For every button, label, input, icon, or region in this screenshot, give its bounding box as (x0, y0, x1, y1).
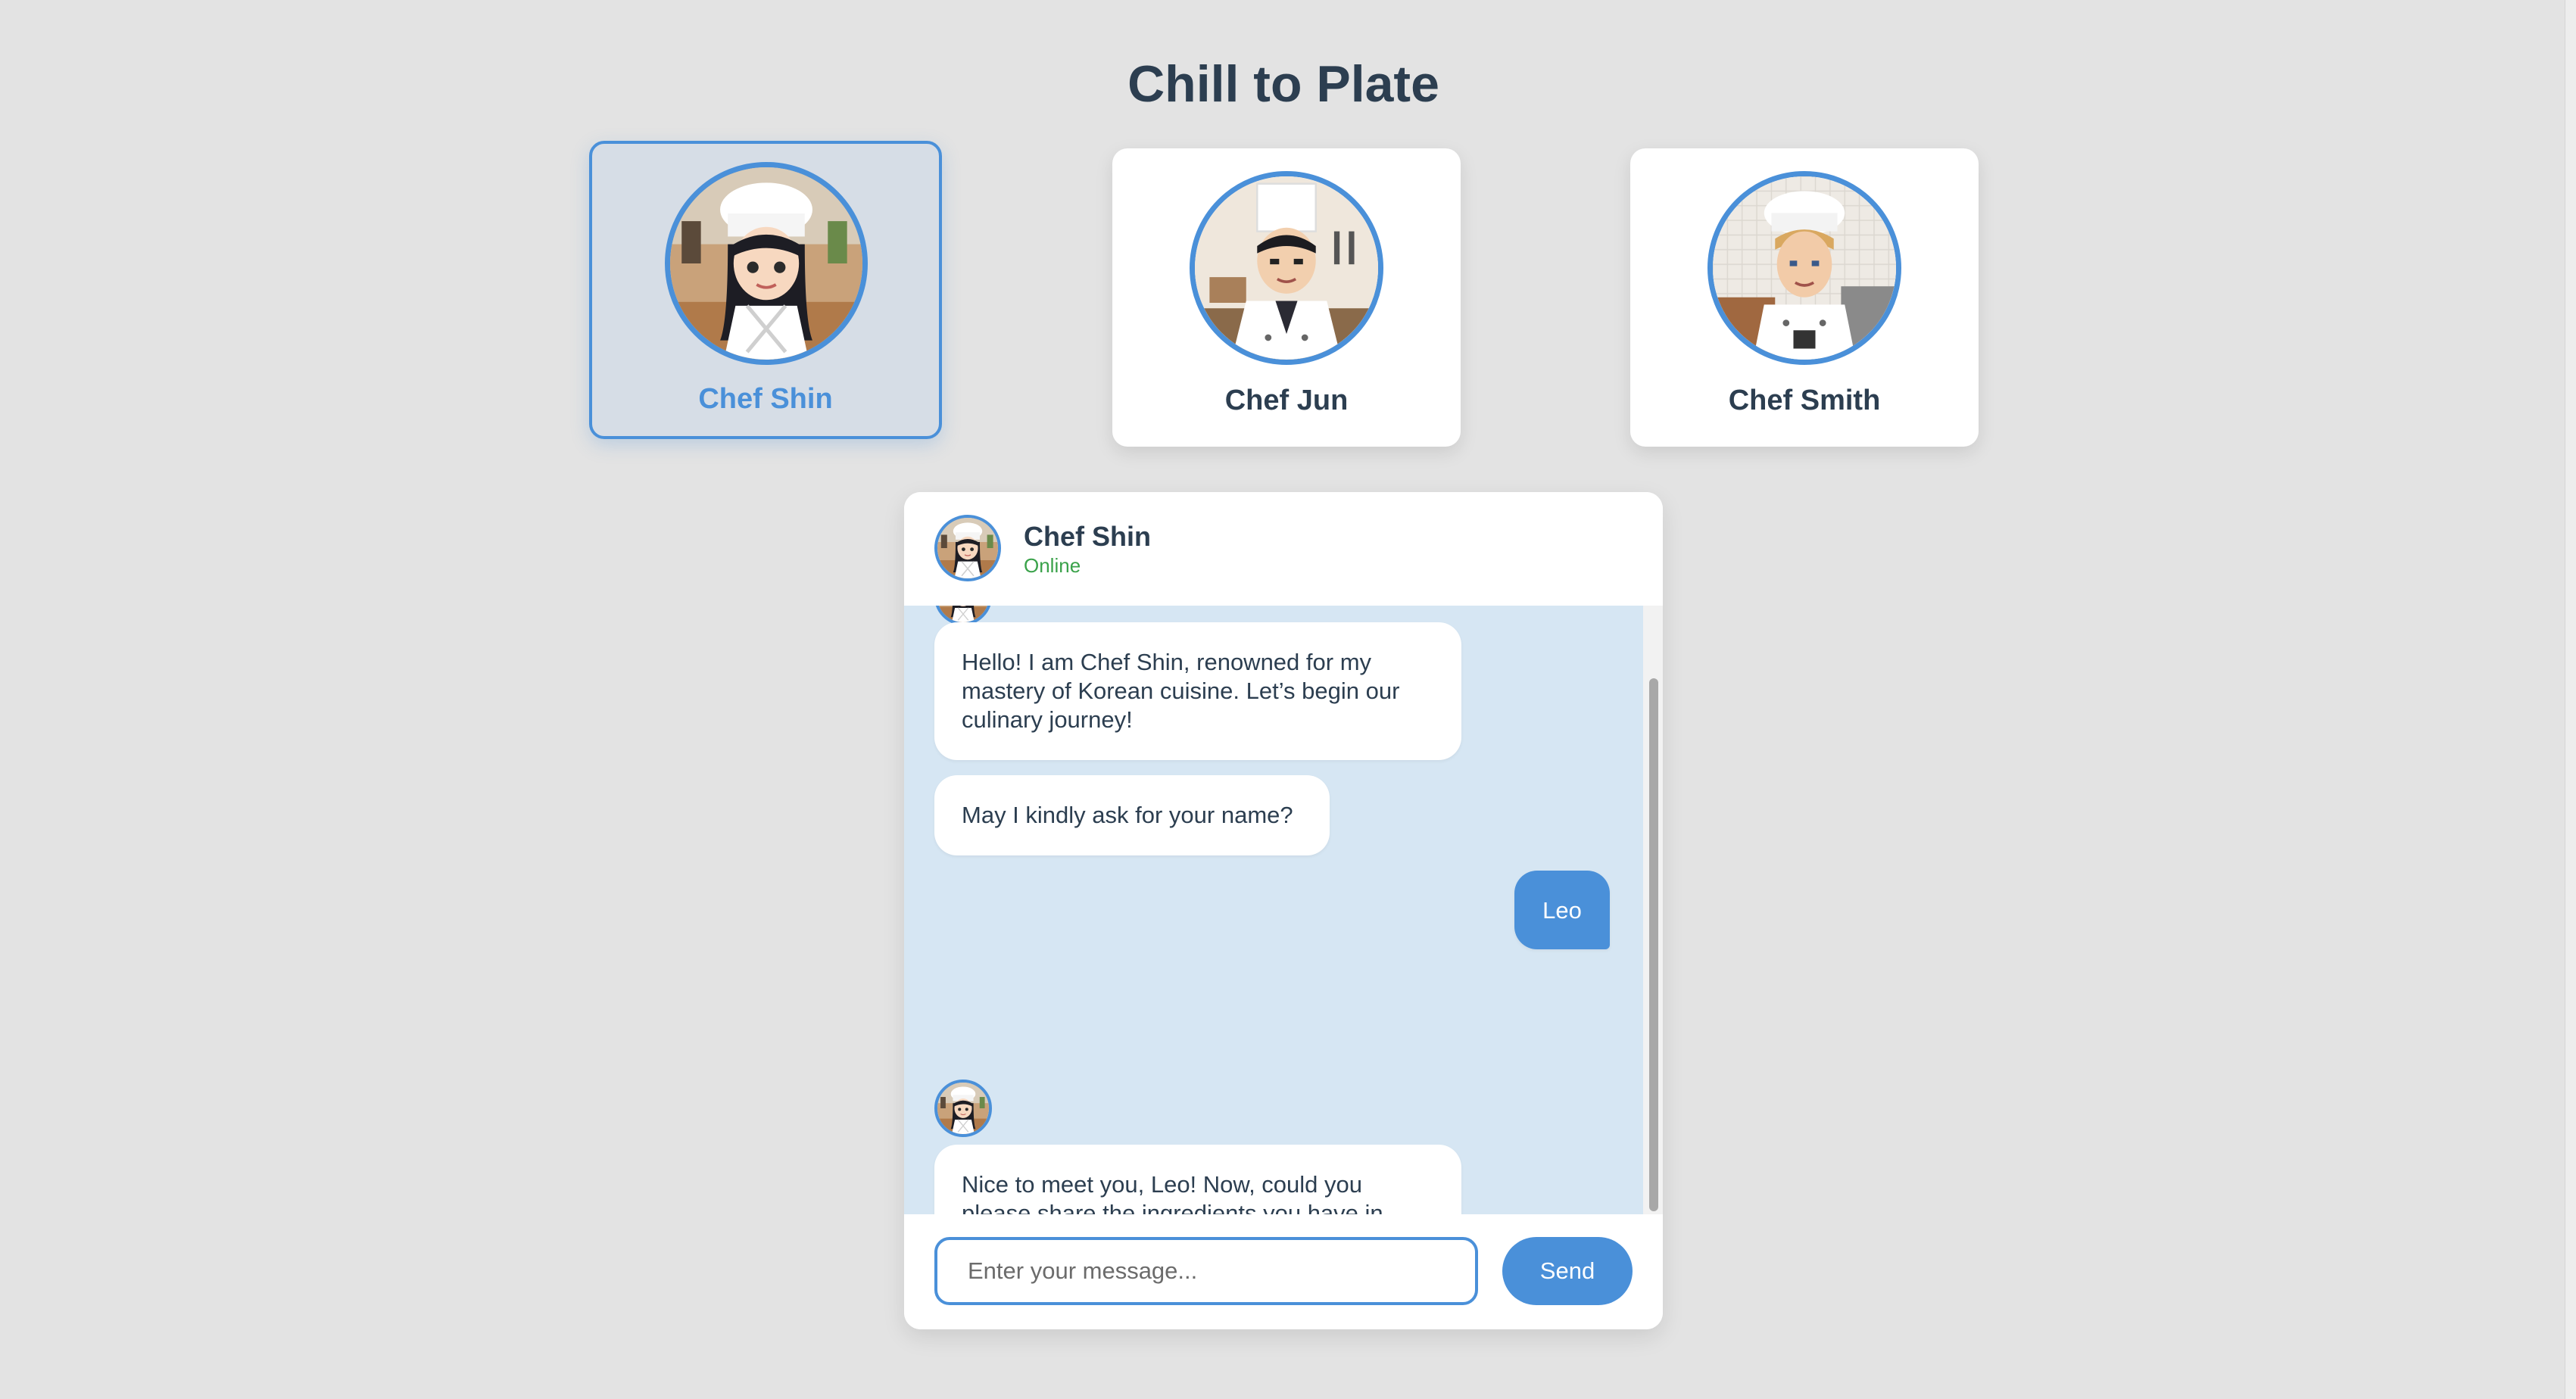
send-button[interactable]: Send (1502, 1237, 1633, 1305)
chef-message-avatar (934, 1080, 992, 1137)
message-text: Nice to meet you, Leo! Now, could you pl… (962, 1171, 1383, 1216)
chef-card-jun[interactable]: Chef Jun (1112, 148, 1461, 447)
chef-smith-avatar (1707, 171, 1901, 365)
message-list-scroll-area: Hello! I am Chef Shin, renowned for my m… (904, 606, 1663, 1216)
chat-window: Chef Shin Online Hello! I am Chef Shin, … (904, 492, 1663, 1329)
message-text: Leo (1542, 897, 1582, 924)
chef-jun-avatar (1190, 171, 1383, 365)
chef-card-shin[interactable]: Chef Shin (589, 141, 942, 439)
user-message-bubble: Leo (1514, 871, 1610, 949)
chat-input-bar: Send (904, 1214, 1663, 1329)
message-list-scrollbar[interactable] (1643, 606, 1663, 1216)
chat-header-avatar (934, 515, 1001, 581)
chef-message-bubble: Hello! I am Chef Shin, renowned for my m… (934, 622, 1461, 760)
page-title: Chill to Plate (1127, 55, 1439, 113)
message-text: Hello! I am Chef Shin, renowned for my m… (962, 649, 1400, 733)
chef-message-bubble: Nice to meet you, Leo! Now, could you pl… (934, 1145, 1461, 1216)
chef-message-bubble: May I kindly ask for your name? (934, 775, 1330, 855)
chef-card-name: Chef Smith (1728, 385, 1881, 416)
chef-card-name: Chef Jun (1224, 385, 1349, 416)
message-input[interactable] (934, 1237, 1478, 1305)
online-status: Online (1024, 554, 1081, 577)
chef-card-name: Chef Shin (698, 383, 833, 415)
chat-header: Chef Shin Online (904, 492, 1663, 607)
message-text: May I kindly ask for your name? (962, 802, 1293, 828)
chef-card-smith[interactable]: Chef Smith (1630, 148, 1979, 447)
page-scrollbar[interactable] (2565, 0, 2576, 1399)
chef-shin-avatar (665, 162, 868, 365)
chat-header-name: Chef Shin (1024, 521, 1151, 552)
scrollbar-thumb[interactable] (1649, 678, 1658, 1211)
